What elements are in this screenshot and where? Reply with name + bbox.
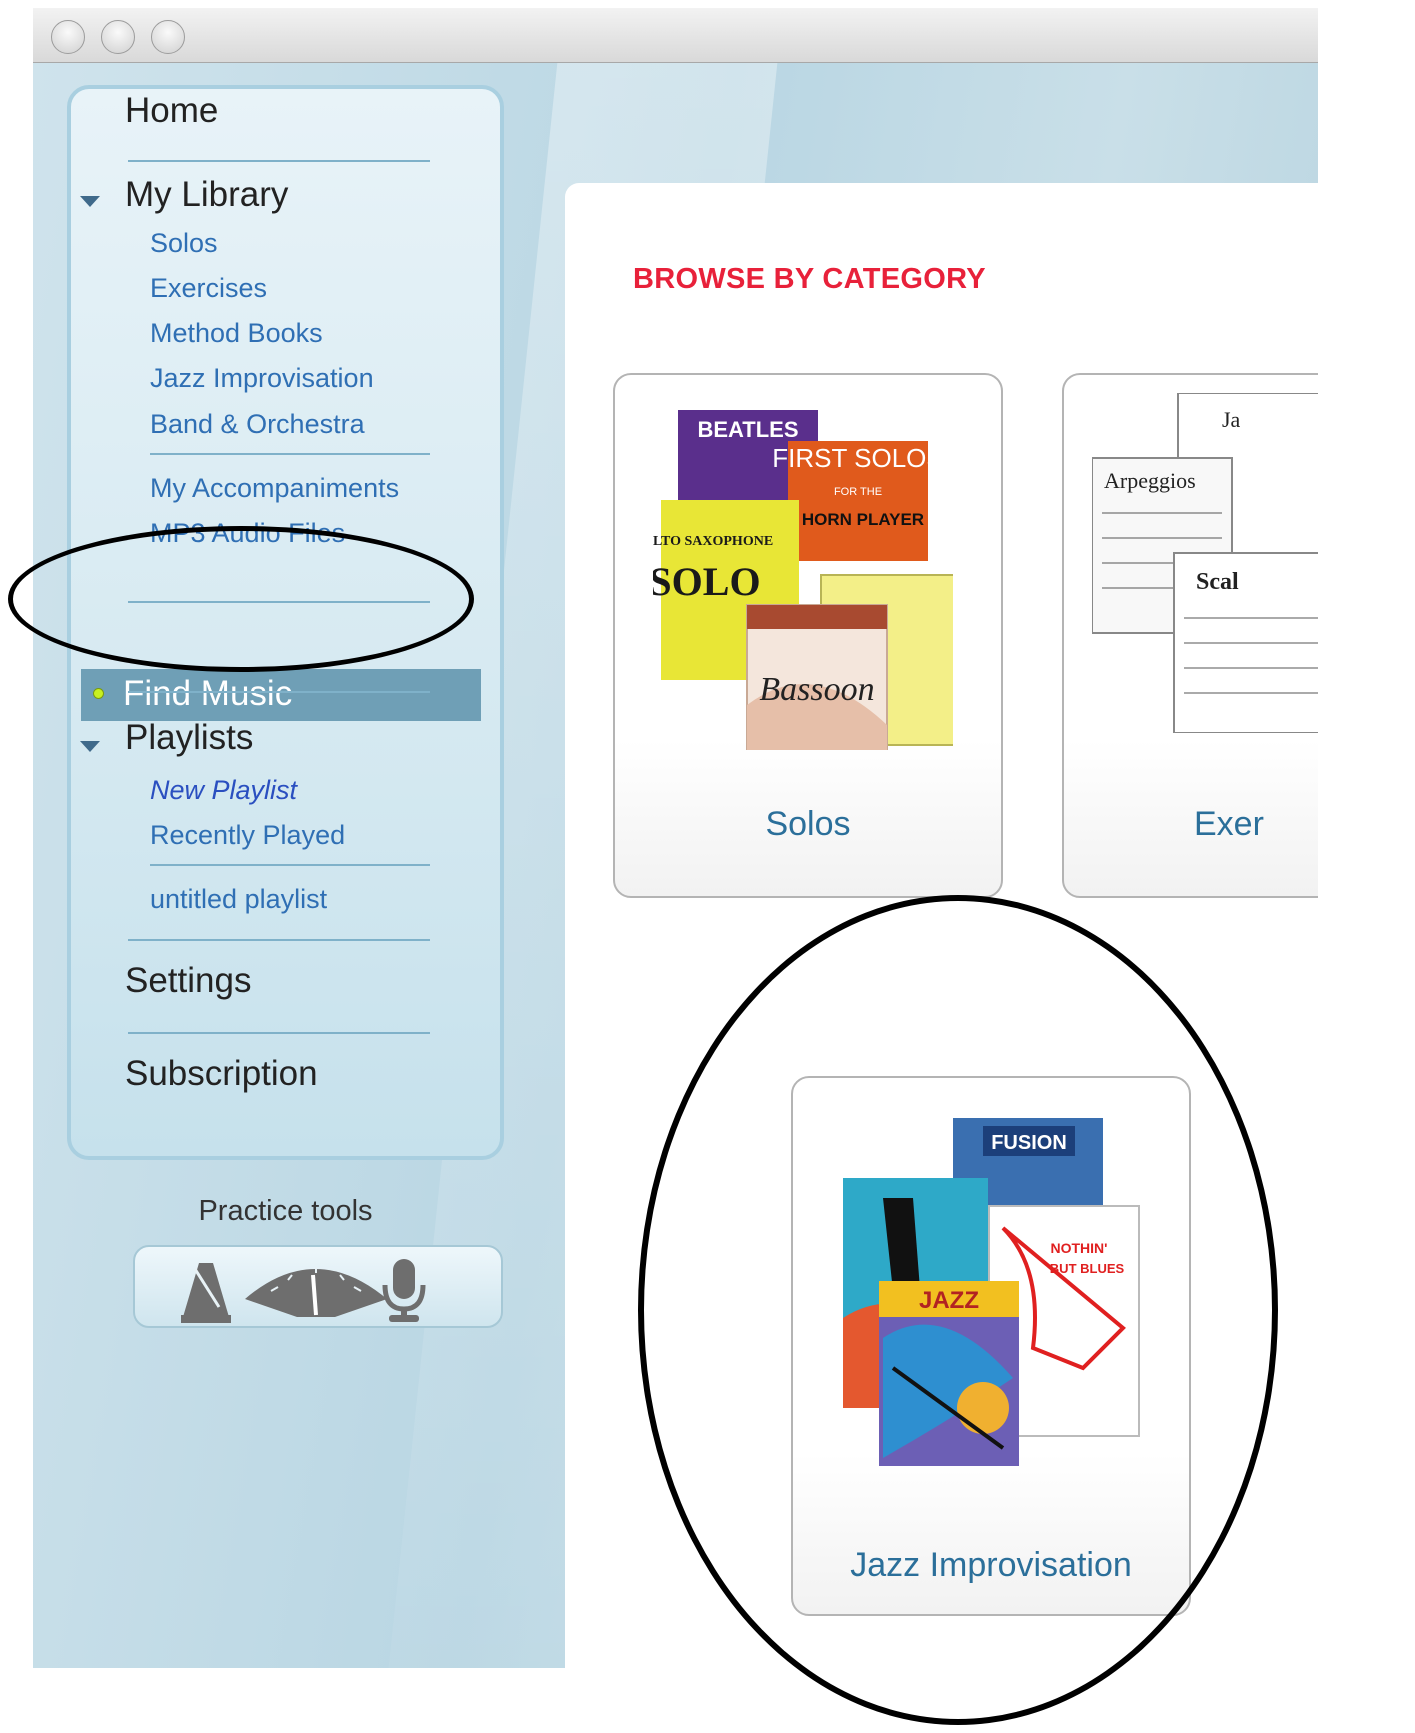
svg-text:ALTO SAXOPHONE: ALTO SAXOPHONE xyxy=(653,534,773,549)
nav-recently-played[interactable]: Recently Played xyxy=(150,820,345,851)
nav-untitled-playlist[interactable]: untitled playlist xyxy=(150,884,327,915)
category-card-solos-label: Solos xyxy=(765,805,851,843)
nav-subscription[interactable]: Subscription xyxy=(125,1054,318,1094)
category-card-exercises-label: Exer xyxy=(1194,805,1264,843)
separator xyxy=(150,453,430,455)
annotation-oval-find-music xyxy=(8,526,474,672)
nav-library-solos[interactable]: Solos xyxy=(150,228,218,259)
nav-library-method-books[interactable]: Method Books xyxy=(150,318,323,349)
practice-tools-label: Practice tools xyxy=(198,1195,373,1227)
nav-new-playlist[interactable]: New Playlist xyxy=(150,775,297,806)
solos-book-covers: BEATLES FIRST SOLOS FOR THE HORN PLAYER … xyxy=(653,410,953,750)
disclosure-triangle-icon[interactable] xyxy=(80,741,100,752)
exercises-book-covers: Ja Arpeggios Scal xyxy=(1092,393,1318,733)
svg-text:Bassoon: Bassoon xyxy=(759,671,874,708)
nav-my-accompaniments[interactable]: My Accompaniments xyxy=(150,473,399,504)
nav-find-music[interactable]: Find Music xyxy=(81,669,481,721)
selected-dot-icon xyxy=(93,688,104,699)
nav-library-exercises[interactable]: Exercises xyxy=(150,273,267,304)
svg-text:Scal: Scal xyxy=(1196,569,1239,595)
minimize-button[interactable] xyxy=(101,20,135,54)
title-bar xyxy=(33,8,1318,63)
nav-find-music-label: Find Music xyxy=(123,674,293,713)
practice-tools-button[interactable] xyxy=(133,1245,503,1328)
nav-my-library[interactable]: My Library xyxy=(125,175,288,215)
separator xyxy=(128,160,430,162)
disclosure-triangle-icon[interactable] xyxy=(80,196,100,207)
browse-by-category-heading: BROWSE BY CATEGORY xyxy=(633,263,986,295)
separator xyxy=(128,1032,430,1034)
metronome-icon[interactable] xyxy=(181,1263,231,1323)
svg-text:FOR THE: FOR THE xyxy=(834,486,882,498)
zoom-button[interactable] xyxy=(151,20,185,54)
svg-text:Arpeggios: Arpeggios xyxy=(1104,468,1196,493)
svg-text:SOLO: SOLO xyxy=(653,559,761,604)
nav-library-band-orchestra[interactable]: Band & Orchestra xyxy=(150,409,365,440)
microphone-icon[interactable] xyxy=(382,1259,426,1322)
svg-text:HORN PLAYER: HORN PLAYER xyxy=(802,510,924,529)
nav-library-jazz-improvisation[interactable]: Jazz Improvisation xyxy=(150,363,374,394)
svg-text:Ja: Ja xyxy=(1222,407,1241,432)
close-button[interactable] xyxy=(51,20,85,54)
annotation-circle-jazz-improvisation xyxy=(638,895,1278,1725)
nav-playlists[interactable]: Playlists xyxy=(125,718,253,758)
nav-settings[interactable]: Settings xyxy=(125,961,251,1001)
tuner-icon[interactable] xyxy=(245,1267,387,1317)
svg-text:FIRST SOLOS: FIRST SOLOS xyxy=(772,443,943,473)
nav-home[interactable]: Home xyxy=(125,91,218,131)
category-card-exercises[interactable]: Ja Arpeggios Scal Exer xyxy=(1062,373,1318,898)
svg-text:BEATLES: BEATLES xyxy=(697,417,798,442)
separator xyxy=(128,939,430,941)
separator xyxy=(128,691,430,693)
separator xyxy=(150,864,430,866)
category-card-solos[interactable]: BEATLES FIRST SOLOS FOR THE HORN PLAYER … xyxy=(613,373,1003,898)
